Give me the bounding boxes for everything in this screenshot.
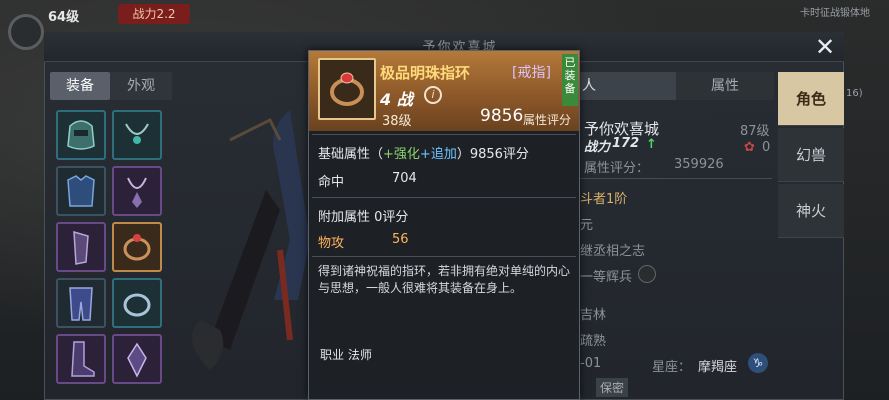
info-divider (578, 178, 772, 179)
flower-count: 0 (762, 140, 771, 155)
tab-info[interactable]: 人 (578, 72, 676, 100)
charm-icon (127, 342, 147, 378)
attr-score-value: 359926 (674, 157, 724, 172)
character-model (192, 110, 310, 370)
item-score: 9856 (480, 106, 524, 126)
base-attr-append: +追加 (419, 147, 457, 162)
item-description: 得到诸神祝福的指环，若非拥有绝对单纯的内心与思想，一般人很难将其装备在身上。 (318, 264, 571, 295)
hit-label: 命中 (318, 175, 345, 190)
physical-attack-label: 物攻 (318, 236, 345, 251)
armor-icon (67, 175, 95, 207)
profile-power-label: 战力 (584, 140, 611, 155)
info-line-date: -01 (580, 356, 602, 371)
equip-slot-ring-selected[interactable] (112, 222, 162, 272)
leggings-icon (69, 287, 93, 321)
close-icon: ✕ (814, 33, 836, 61)
close-button[interactable]: ✕ (810, 34, 840, 60)
side-tab-phantom[interactable]: 幻兽 (778, 128, 844, 182)
side-tab-divine-fire[interactable]: 神火 (778, 184, 844, 238)
flower-icon: ✿ (744, 140, 755, 155)
bracer-icon (73, 230, 89, 265)
base-attr-score: ）9856评分 (456, 147, 529, 162)
rank-text: 斗者1阶 (580, 192, 628, 207)
equip-slot-charm[interactable] (112, 334, 162, 384)
boots-icon (71, 341, 95, 377)
power-up-arrow-icon: ↑ (646, 137, 657, 152)
info-line-forest: 吉林 (580, 308, 607, 323)
extra-attr-title: 附加属性 0评分 (318, 210, 409, 225)
equip-slot-amulet[interactable] (112, 166, 162, 216)
activity-text: 卡时征战锻体地 (800, 8, 870, 19)
item-level: 38级 (382, 114, 412, 129)
info-icon[interactable]: i (424, 86, 442, 104)
info-line-yuan: 元 (580, 218, 594, 233)
ring-icon (123, 293, 151, 317)
equip-slot-boots[interactable] (56, 334, 106, 384)
attr-score-label: 属性评分： (584, 161, 650, 176)
activity-count-text: 16) (846, 88, 863, 99)
constellation-value: 摩羯座 (698, 360, 738, 375)
tooltip-divider (312, 256, 576, 257)
equip-slot-necklace[interactable] (112, 110, 162, 160)
necklace-icon (125, 123, 149, 144)
tab-equipment[interactable]: 装备 (50, 72, 110, 100)
base-attr-enhance: +强化 (383, 147, 420, 162)
tab-appearance[interactable]: 外观 (110, 72, 172, 100)
equip-slot-bracer[interactable] (56, 222, 106, 272)
item-score-label: 属性评分 (523, 113, 572, 127)
equip-slot-leggings[interactable] (56, 278, 106, 328)
item-type: [戒指] (512, 65, 551, 81)
tooltip-item-icon-frame (318, 58, 376, 120)
item-name: 极品明珠指环 (380, 64, 471, 82)
item-power: 4 战 (380, 90, 413, 109)
tab-attributes[interactable]: 属性 (676, 72, 774, 100)
power-badge: 战力2.2 (118, 4, 190, 24)
base-attr-title: 基础属性（+强化+追加）9856评分 (318, 143, 529, 162)
equip-slot-ring2[interactable] (112, 278, 162, 328)
constellation-label: 星座： (652, 360, 692, 375)
ring-icon (123, 234, 151, 261)
equipped-badge: 已装备 (562, 54, 578, 106)
player-level-text: 64级 (48, 10, 80, 25)
helmet-icon (67, 120, 95, 150)
profile-power-value: 172 (612, 136, 640, 151)
item-class-requirement: 职业 法师 (320, 348, 372, 362)
info-line-soldier: 一等辉兵 (580, 270, 633, 285)
tooltip-divider (312, 134, 576, 135)
profile-level: 87级 (740, 124, 770, 139)
soldier-orb-icon (638, 265, 656, 283)
side-tab-role[interactable]: 角色 (778, 72, 844, 126)
physical-attack-value: 56 (392, 232, 409, 247)
capricorn-icon: ♑ (748, 353, 768, 373)
player-avatar-ring[interactable] (8, 14, 44, 50)
equip-slot-armor[interactable] (56, 166, 106, 216)
equip-slot-helmet[interactable] (56, 110, 106, 160)
ring-icon (330, 72, 364, 106)
privacy-tag[interactable]: 保密 (596, 378, 629, 397)
tooltip-divider (312, 197, 576, 198)
info-line-will: 继丞相之志 (580, 244, 646, 259)
amulet-icon (127, 177, 147, 208)
hit-value: 704 (392, 171, 417, 186)
info-line-familiar: 疏熟 (580, 334, 607, 349)
base-attr-prefix: 基础属性（ (318, 147, 384, 162)
